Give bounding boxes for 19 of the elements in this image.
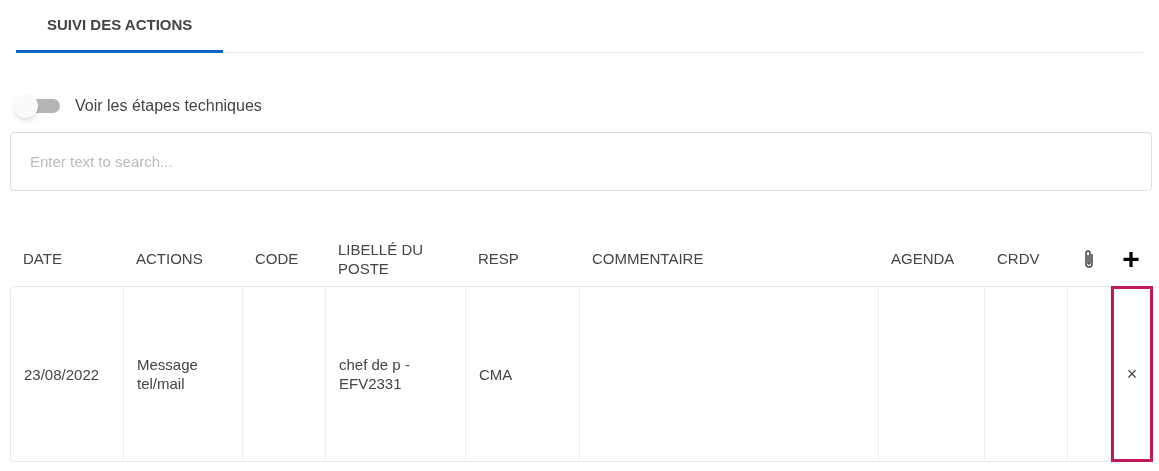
column-header: CODE (255, 249, 299, 268)
table-cell: Message tel/mail (124, 287, 243, 461)
column-header: ACTIONS (136, 249, 203, 268)
toggle-switch[interactable] (14, 94, 60, 118)
table-cell: 23/08/2022 (11, 287, 124, 461)
column-header: RESP (478, 249, 519, 268)
column-header: COMMENTAIRE (592, 249, 704, 268)
paperclip-icon[interactable] (1082, 248, 1095, 269)
search-field[interactable]: Enter text to search... (10, 132, 1152, 191)
delete-button[interactable]: × (1111, 286, 1153, 462)
table-cell: CMA (466, 287, 580, 461)
add-button[interactable]: + (1122, 243, 1140, 274)
column-header: CRDV (997, 249, 1040, 268)
tab[interactable]: SUIVI DES ACTIONS (16, 0, 224, 53)
toggle-label: Voir les étapes techniques (75, 96, 262, 116)
column-header: AGENDA (891, 249, 955, 268)
column-header: DATE (23, 249, 62, 268)
column-header: LIBELLÉ DU POSTE (338, 239, 425, 278)
table-cell: chef de p - EFV2331 (326, 287, 466, 461)
